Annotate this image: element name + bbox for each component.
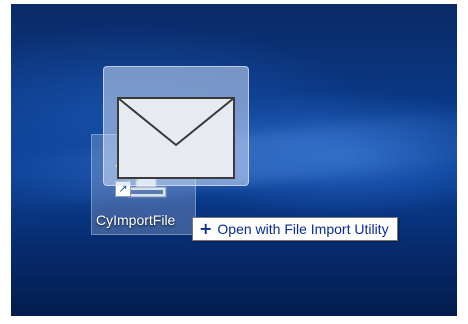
plus-icon: + <box>199 219 213 238</box>
screenshot-frame: ↗ CyImportFile + Open with File Import U… <box>0 0 468 324</box>
drop-action-text: Open with File Import Utility <box>217 221 389 237</box>
desktop-icon-label: CyImportFile <box>96 212 176 228</box>
drop-action-tooltip: + Open with File Import Utility <box>192 217 398 241</box>
drag-ghost-image <box>103 66 249 186</box>
envelope-icon <box>117 97 235 179</box>
desktop-wallpaper: ↗ CyImportFile + Open with File Import U… <box>11 4 457 316</box>
